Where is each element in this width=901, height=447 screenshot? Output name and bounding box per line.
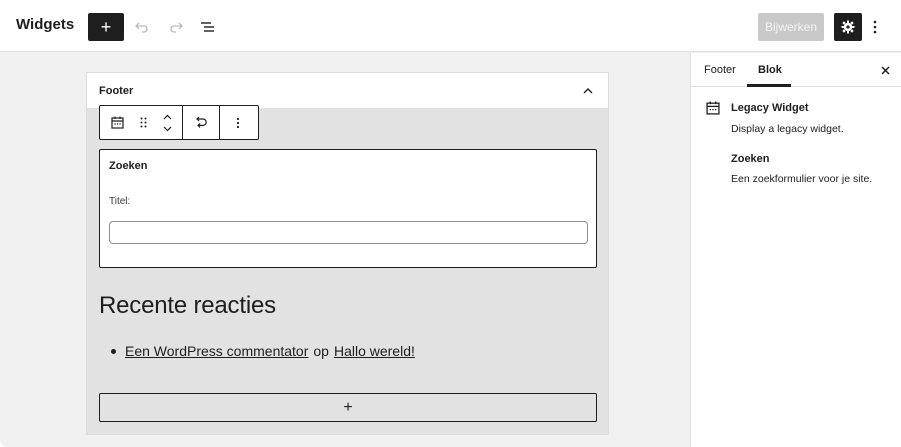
block-card-description: Display a legacy widget. xyxy=(731,123,844,135)
active-tab-indicator xyxy=(747,84,791,87)
transform-icon xyxy=(195,116,207,128)
options-button[interactable] xyxy=(866,13,884,41)
undo-icon xyxy=(135,22,148,33)
title-field[interactable] xyxy=(109,221,588,244)
widget-description: Een zoekformulier voor je site. xyxy=(731,173,873,185)
title-field-label: Titel: xyxy=(109,196,131,207)
block-toolbar xyxy=(99,105,259,140)
widget-area-header[interactable]: Footer xyxy=(87,73,608,109)
more-vertical-icon xyxy=(236,117,240,128)
plus-icon: + xyxy=(343,398,353,416)
drag-handle-icon xyxy=(140,117,146,128)
recent-comments-heading: Recente reacties xyxy=(99,292,276,319)
comment-connector: op xyxy=(313,343,329,359)
widget-area-title: Footer xyxy=(99,85,134,97)
settings-sidebar: Footer Blok Legacy Widget Display a lega… xyxy=(690,53,901,447)
move-buttons[interactable] xyxy=(152,106,182,139)
comment-author-link[interactable]: Een WordPress commentator xyxy=(125,343,308,359)
plus-icon: + xyxy=(100,17,112,37)
legacy-widget-form: Zoeken Titel: xyxy=(99,149,597,268)
close-icon xyxy=(881,66,889,74)
add-block-button[interactable]: + xyxy=(88,13,124,41)
block-type-button[interactable] xyxy=(100,106,134,139)
list-view-button[interactable] xyxy=(196,13,220,41)
chevron-up-icon xyxy=(583,88,593,94)
block-toolbar-group-options xyxy=(220,106,256,139)
redo-icon xyxy=(170,22,183,33)
chevron-down-icon xyxy=(163,126,171,131)
app-window: Widgets + Bijwerken Footer Zoeken Titel:… xyxy=(0,0,901,447)
tab-block[interactable]: Blok xyxy=(758,64,782,76)
widget-area-footer: Footer Zoeken Titel: Recente reacties Ee… xyxy=(86,72,609,435)
add-block-appender[interactable]: + xyxy=(99,393,597,422)
editor-canvas: Footer Zoeken Titel: Recente reacties Ee… xyxy=(0,53,690,447)
widget-name: Zoeken xyxy=(731,153,770,165)
tab-footer[interactable]: Footer xyxy=(704,64,736,76)
block-toolbar-group-main xyxy=(100,106,183,139)
redo-button[interactable] xyxy=(164,13,188,41)
list-view-icon xyxy=(201,22,214,32)
drag-handle[interactable] xyxy=(134,106,152,139)
calendar-icon xyxy=(110,116,124,129)
list-item: Een WordPress commentator op Hallo werel… xyxy=(111,343,415,359)
widget-form-title: Zoeken xyxy=(109,160,148,172)
editor-header: Widgets + Bijwerken xyxy=(0,0,901,52)
sidebar-tabs: Footer Blok xyxy=(691,53,901,87)
chevron-up-icon xyxy=(163,114,171,119)
gear-icon xyxy=(841,20,855,34)
collapse-toggle[interactable] xyxy=(580,83,596,99)
undo-button[interactable] xyxy=(130,13,154,41)
comment-post-link[interactable]: Hallo wereld! xyxy=(334,343,415,359)
settings-button[interactable] xyxy=(834,13,862,41)
close-sidebar-button[interactable] xyxy=(877,62,893,78)
bullet xyxy=(111,348,116,354)
block-options-button[interactable] xyxy=(220,106,256,139)
transform-button[interactable] xyxy=(183,106,219,139)
update-button[interactable]: Bijwerken xyxy=(758,13,824,41)
calendar-icon xyxy=(706,101,722,117)
page-title: Widgets xyxy=(16,16,75,33)
more-vertical-icon xyxy=(873,20,877,34)
block-toolbar-group-transform xyxy=(183,106,220,139)
block-card-title: Legacy Widget xyxy=(731,102,809,114)
